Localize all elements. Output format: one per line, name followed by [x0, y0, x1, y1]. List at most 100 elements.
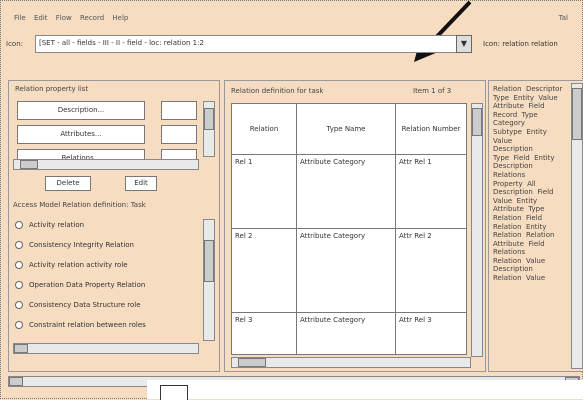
menu-edit[interactable]: Edit [34, 14, 48, 22]
right-panel-line: Subtype Entity [493, 127, 547, 136]
menu-flow[interactable]: Flow [56, 14, 72, 22]
right-panel-text: Relation Descriptor Type Entity Value Attr… [493, 85, 571, 283]
right-panel-line: Value Entity [493, 196, 538, 205]
menu-right-label: Tal [558, 14, 568, 22]
right-panel-line: Relation Entity [493, 222, 547, 231]
properties-vscroll[interactable] [203, 101, 215, 157]
table-cell[interactable]: Attribute Category [296, 312, 396, 355]
table-cell[interactable]: Rel 3 [231, 312, 297, 355]
grid-vscroll[interactable] [471, 103, 483, 357]
radio-label: Consistency Data Structure role [29, 301, 141, 309]
grid-hscroll[interactable] [231, 357, 471, 368]
properties-hscroll[interactable] [13, 159, 199, 170]
bottom-overlay [147, 380, 583, 399]
table-cell[interactable]: Attr Rel 3 [395, 312, 467, 355]
right-panel-line: Relation Descriptor [493, 85, 563, 93]
properties-vscroll-thumb[interactable] [204, 108, 214, 130]
right-panel-line: Relations [493, 170, 526, 179]
overlay-checkbox[interactable] [160, 385, 188, 400]
grid-hscroll-thumb[interactable] [238, 358, 266, 367]
middle-panel-item-count: Item 1 of 3 [413, 87, 452, 95]
right-panel-line: Description [493, 162, 533, 171]
column-header[interactable]: Relation [231, 103, 297, 155]
radio-option[interactable]: Consistency Data Structure role [15, 301, 141, 309]
relation-list-vscroll[interactable] [203, 219, 215, 341]
right-panel-line: Relation Value [493, 274, 546, 283]
radio-dot[interactable] [15, 241, 23, 249]
radio-label: Constraint relation between roles [29, 321, 146, 329]
right-panel-line: Category [493, 119, 525, 128]
right-panel-line: Attribute Field [493, 102, 545, 111]
middle-panel-title: Relation definition for task [231, 87, 324, 95]
table-cell[interactable]: Attr Rel 2 [395, 228, 467, 313]
menu-file[interactable]: File [14, 14, 26, 22]
column-header[interactable]: Relation Number [395, 103, 467, 155]
right-panel-line: Description [493, 145, 533, 154]
radio-option[interactable]: Activity relation [15, 221, 84, 229]
left-panel: Relation property list Description... At… [8, 80, 220, 372]
menu-bar: File Edit Flow Record Help Tal [14, 14, 574, 28]
table-cell[interactable]: Attribute Category [296, 228, 396, 313]
table-row[interactable]: Rel 2 Attribute Category Attr Rel 2 [231, 228, 467, 313]
relation-combo[interactable]: [SET - all - fields - III - II - field -… [35, 35, 457, 53]
right-panel-line: Record Type [493, 110, 538, 119]
radio-label: Consistency Integrity Relation [29, 241, 134, 249]
icon-label: Icon: [6, 40, 23, 48]
radio-option[interactable]: Activity relation activity role [15, 261, 128, 269]
right-panel-vscroll-thumb[interactable] [572, 88, 582, 140]
menu-help[interactable]: Help [112, 14, 128, 22]
middle-panel: Relation definition for task Item 1 of 3… [224, 80, 486, 372]
right-panel-line: Relations [493, 248, 526, 257]
right-panel-line: Relation Field [493, 213, 543, 222]
radio-label: Activity relation activity role [29, 261, 128, 269]
table-cell[interactable]: Attribute Category [296, 154, 396, 229]
access-model-title: Access Model Relation definition: Task [13, 201, 146, 209]
relation-list-hscroll-thumb[interactable] [14, 344, 28, 353]
table-cell[interactable]: Attr Rel 1 [395, 154, 467, 229]
column-header[interactable]: Type Name [296, 103, 396, 155]
right-panel-line: Attribute Field [493, 239, 545, 248]
edit-button[interactable]: Edit [125, 176, 157, 191]
right-panel-line: Description [493, 265, 533, 274]
right-panel-line: Relation Relation [493, 231, 555, 240]
properties-hscroll-thumb[interactable] [20, 160, 38, 169]
table-row[interactable]: Rel 1 Attribute Category Attr Rel 1 [231, 154, 467, 229]
radio-dot[interactable] [15, 281, 23, 289]
relation-list-hscroll[interactable] [13, 343, 199, 354]
radio-option[interactable]: Constraint relation between roles [15, 321, 146, 329]
combo-dropdown-button[interactable]: ▼ [456, 35, 472, 53]
relation-combo-value: [SET - all - fields - III - II - field -… [39, 39, 204, 47]
radio-label: Activity relation [29, 221, 85, 229]
right-panel-line: Type Entity Value [493, 93, 558, 102]
radio-dot[interactable] [15, 301, 23, 309]
table-row[interactable]: Rel 3 Attribute Category Attr Rel 3 [231, 312, 467, 355]
right-panel-line: Property All [493, 179, 536, 188]
right-panel-line: Description Field [493, 188, 554, 197]
right-panel-line: Type Field Entity [493, 153, 555, 162]
attributes-button[interactable]: Attributes... [17, 125, 145, 144]
delete-button[interactable]: Delete [45, 176, 91, 191]
radio-dot[interactable] [15, 221, 23, 229]
table-cell[interactable]: Rel 2 [231, 228, 297, 313]
attributes-side [161, 125, 197, 144]
right-panel-line: Relation Value [493, 256, 546, 265]
right-panel-line: Value [493, 136, 513, 145]
radio-option[interactable]: Operation Data Property Relation [15, 281, 145, 289]
menu-record[interactable]: Record [80, 14, 104, 22]
radio-label: Operation Data Property Relation [29, 281, 146, 289]
right-panel-line: Attribute Type [493, 205, 545, 214]
table-cell[interactable]: Rel 1 [231, 154, 297, 229]
radio-option[interactable]: Consistency Integrity Relation [15, 241, 134, 249]
window-hscroll-left[interactable] [9, 377, 23, 386]
right-panel-vscroll[interactable] [571, 83, 583, 369]
relation-grid: Relation Type Name Relation Number Rel 1… [231, 103, 467, 355]
radio-dot[interactable] [15, 261, 23, 269]
right-toolbar-label: Icon: relation relation [483, 40, 558, 48]
grid-vscroll-thumb[interactable] [472, 108, 482, 136]
left-panel-title: Relation property list [15, 85, 89, 93]
relation-list-vscroll-thumb[interactable] [204, 240, 214, 282]
right-panel: Relation Descriptor Type Entity Value Attr… [488, 80, 583, 372]
description-side [161, 101, 197, 120]
radio-dot[interactable] [15, 321, 23, 329]
description-button[interactable]: Description... [17, 101, 145, 120]
